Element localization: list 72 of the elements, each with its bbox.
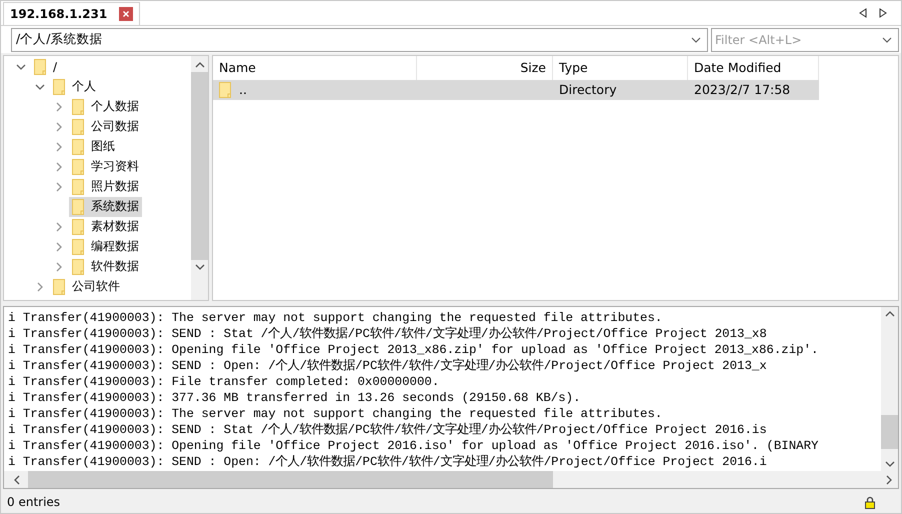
folder-icon <box>72 198 84 215</box>
log-line: i Transfer(41900003): The server may not support changing the requested file attributes. <box>8 406 664 422</box>
date-modified: 2023/2/7 17:58 <box>694 82 790 98</box>
log-line: i Transfer(41900003): File transfer completed: 0x00000000. <box>8 374 440 390</box>
dropdown-icon[interactable] <box>691 36 701 43</box>
path-field[interactable]: /个人/系统数据 <box>11 28 708 52</box>
folder-icon <box>219 82 231 98</box>
status-text: 0 entries <box>7 495 60 510</box>
folder-icon <box>72 178 84 195</box>
left-arrow-icon[interactable] <box>859 8 867 18</box>
log-line: i Transfer(41900003): SEND : Open: /个人/软件数据/PC软件/软件/文字处理/办公软件/Project/Office Project 2013_x <box>8 358 768 374</box>
chevron-right-icon[interactable] <box>56 122 62 132</box>
chevron-right-icon[interactable] <box>56 242 62 252</box>
log-line: i Transfer(41900003): 377.36 MB transferred in 13.26 seconds (29150.68 KB/s). <box>8 390 582 406</box>
folder-icon <box>34 58 46 75</box>
folder-icon <box>72 138 84 155</box>
folder-tree-item[interactable]: 照片数据 <box>69 176 142 197</box>
dropdown-icon[interactable] <box>882 36 892 43</box>
scroll-down-icon[interactable] <box>884 461 894 468</box>
log-line: i Transfer(41900003): SEND : Stat /个人/软件数据/PC软件/软件/文字处理/办公软件/Project/Office Project 2013_x8 <box>8 326 768 342</box>
horizontal-scrollbar[interactable] <box>4 471 898 488</box>
filter-field[interactable]: Filter <Alt+L> <box>711 28 899 52</box>
folder-tree-item[interactable]: 公司数据 <box>69 116 142 137</box>
scroll-right-icon[interactable] <box>886 474 892 485</box>
scrollbar-thumb[interactable] <box>28 471 553 488</box>
scroll-down-icon[interactable] <box>194 264 204 270</box>
right-arrow-icon[interactable] <box>879 8 887 18</box>
file-name: .. <box>239 82 247 98</box>
scrollbar[interactable] <box>191 56 208 300</box>
log-line: i Transfer(41900003): Opening file 'Office Project 2016.iso' for upload as 'Office Project 2016.iso'. (BINARY <box>8 438 820 454</box>
folder-tree-item[interactable]: 图纸 <box>69 136 118 157</box>
chevron-right-icon[interactable] <box>56 222 62 232</box>
chevron-right-icon[interactable] <box>56 262 62 272</box>
scrollbar-thumb[interactable] <box>191 72 208 260</box>
folder-icon <box>53 78 65 95</box>
folder-tree-item[interactable]: 个人数据 <box>69 96 142 117</box>
log-line: i Transfer(41900003): Opening file 'Office Project 2013_x86.zip' for upload as 'Office Project 2013_x86.zip'. <box>8 342 820 358</box>
folder-icon <box>72 258 84 275</box>
folder-tree-item[interactable]: / <box>31 56 60 77</box>
scroll-left-icon[interactable] <box>14 474 20 485</box>
chevron-down-icon[interactable] <box>35 84 45 90</box>
log-line: i Transfer(41900003): SEND : Open: /个人/软件数据/PC软件/软件/文字处理/办公软件/Project/Office Project 2016.i <box>8 454 768 470</box>
folder-icon <box>72 238 84 255</box>
chevron-right-icon[interactable] <box>56 162 62 172</box>
chevron-right-icon[interactable] <box>37 282 43 292</box>
chevron-down-icon[interactable] <box>16 64 26 70</box>
chevron-right-icon[interactable] <box>56 102 62 112</box>
folder-tree-item[interactable]: 编程数据 <box>69 236 142 257</box>
scrollbar-thumb[interactable] <box>881 415 898 450</box>
scroll-up-icon[interactable] <box>194 62 204 68</box>
log-line: i Transfer(41900003): The server may not support changing the requested file attributes. <box>8 310 664 326</box>
folder-tree-item[interactable]: 个人 <box>50 76 99 97</box>
close-icon[interactable] <box>119 6 134 21</box>
file-row[interactable]: .. Directory 2023/2/7 17:58 <box>213 80 819 100</box>
lock-icon <box>865 496 875 509</box>
folder-icon <box>72 98 84 115</box>
log-line: i Transfer(41900003): SEND : Stat /个人/软件数据/PC软件/软件/文字处理/办公软件/Project/Office Project 2016.is <box>8 422 768 438</box>
folder-icon <box>72 218 84 235</box>
file-type: Directory <box>559 82 617 98</box>
connection-tab[interactable]: 192.168.1.231 <box>3 2 140 25</box>
folder-tree-item[interactable]: 公司软件 <box>50 276 123 297</box>
folder-tree-item[interactable]: 学习资料 <box>69 156 142 177</box>
folder-tree-item[interactable]: 系统数据 <box>69 196 142 217</box>
chevron-right-icon[interactable] <box>56 182 62 192</box>
scroll-up-icon[interactable] <box>884 311 894 318</box>
folder-tree-item[interactable]: 素材数据 <box>69 216 142 237</box>
scrollbar[interactable] <box>881 307 898 472</box>
folder-tree-item[interactable]: 软件数据 <box>69 256 142 277</box>
folder-icon <box>53 278 65 295</box>
chevron-right-icon[interactable] <box>56 142 62 152</box>
folder-icon <box>72 158 84 175</box>
folder-icon <box>72 118 84 135</box>
